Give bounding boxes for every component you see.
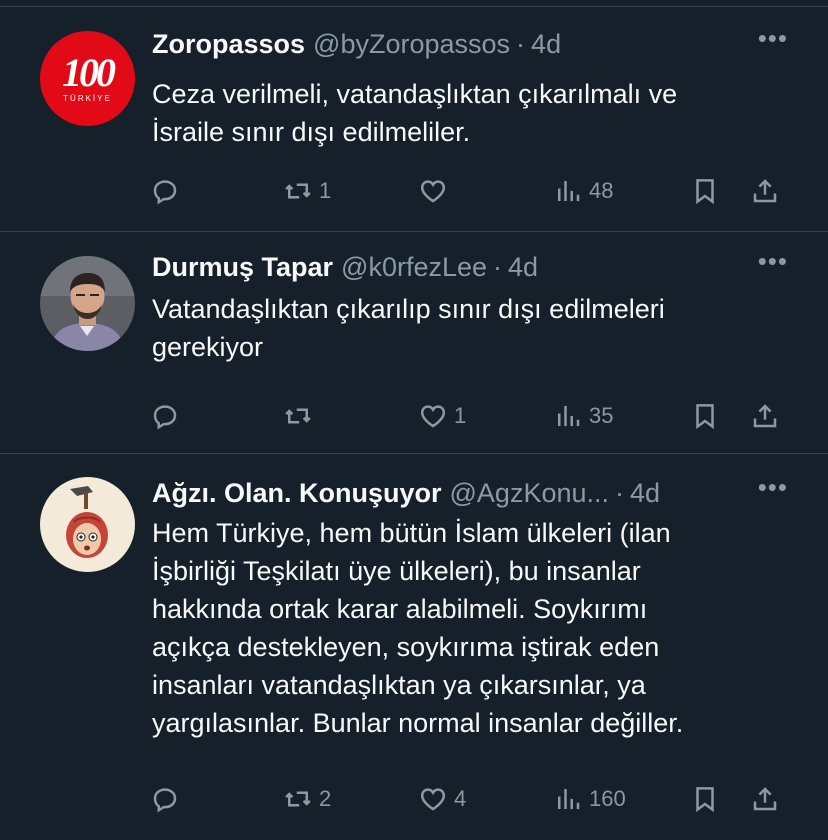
user-handle[interactable]: @byZoropassos xyxy=(313,29,510,60)
more-icon[interactable]: ••• xyxy=(758,23,788,54)
share-button[interactable] xyxy=(750,396,780,436)
share-icon xyxy=(753,404,777,428)
views-button[interactable]: 160 xyxy=(553,779,626,819)
tweet-text-line: Hem Türkiye, hem bütün İslam ülkeleri (i… xyxy=(152,518,671,548)
avatar-cartoon xyxy=(40,477,135,572)
tweet-text-line: açıkça destekleyen, soykırıma iştirak ed… xyxy=(152,632,660,662)
tweet-text-line: gerekiyor xyxy=(152,332,264,362)
reply-icon xyxy=(153,405,177,430)
action-bar: 2 4 160 xyxy=(150,779,788,819)
view-count: 160 xyxy=(589,786,626,811)
reply-icon xyxy=(153,180,177,205)
avatar[interactable] xyxy=(40,477,135,572)
separator-dot: · xyxy=(516,28,526,59)
user-handle[interactable]: @k0rfezLee xyxy=(341,252,487,283)
retweet-icon xyxy=(285,183,311,199)
retweet-icon xyxy=(285,408,311,424)
views-icon xyxy=(558,789,580,809)
tweet-text-line: hakkında ortak karar alabilmeli. Soykırı… xyxy=(152,594,648,624)
bookmark-icon xyxy=(696,179,714,205)
bookmark-icon xyxy=(696,787,714,813)
retweet-icon xyxy=(285,791,311,807)
bookmark-button[interactable] xyxy=(690,171,720,211)
avatar[interactable]: 100 TÜRKİYE xyxy=(40,31,135,126)
tweet-text-line: İşbirliği Teşkilatı üye ülkeleri), bu in… xyxy=(152,556,641,586)
share-button[interactable] xyxy=(750,779,780,819)
tweet[interactable]: Ağzı. Olan. Konuşuyor @AgzKonu... · 4d •… xyxy=(0,454,828,840)
share-button[interactable] xyxy=(750,171,780,211)
tweet-text: Hem Türkiye, hem bütün İslam ülkeleri (i… xyxy=(152,514,798,742)
bookmark-button[interactable] xyxy=(690,779,720,819)
share-icon xyxy=(753,179,777,203)
tweet[interactable]: 100 TÜRKİYE Zoropassos @byZoropassos · 4… xyxy=(0,7,828,232)
timestamp[interactable]: 4d xyxy=(508,252,538,283)
timestamp[interactable]: 4d xyxy=(531,29,561,60)
like-button[interactable] xyxy=(418,171,454,211)
separator-dot: · xyxy=(615,477,625,508)
avatar-logo-caption: TÜRKİYE xyxy=(63,94,112,103)
share-icon xyxy=(753,787,777,811)
reply-button[interactable] xyxy=(150,779,186,819)
more-icon[interactable]: ••• xyxy=(758,472,788,503)
avatar[interactable] xyxy=(40,256,135,351)
retweet-button[interactable]: 2 xyxy=(283,779,331,819)
display-name[interactable]: Ağzı. Olan. Konuşuyor xyxy=(152,478,442,509)
retweet-button[interactable]: 1 xyxy=(283,171,331,211)
tweet-text-line: Vatandaşlıktan çıkarılıp sınır dışı edil… xyxy=(152,294,665,324)
like-button[interactable]: 1 xyxy=(418,396,466,436)
avatar-logo-number: 100 xyxy=(62,50,116,95)
tweet-text: Vatandaşlıktan çıkarılıp sınır dışı edil… xyxy=(152,290,798,366)
tweet-text-line: insanları vatandaşlıktan ya çıkarsınlar,… xyxy=(152,670,646,700)
reply-button[interactable] xyxy=(150,171,186,211)
reply-button[interactable] xyxy=(150,396,186,436)
tweet-header: Ağzı. Olan. Konuşuyor @AgzKonu... · 4d •… xyxy=(152,472,788,510)
like-count: 1 xyxy=(454,403,467,428)
more-icon[interactable]: ••• xyxy=(758,246,788,277)
like-icon xyxy=(420,788,446,811)
tweet-text-line: Ceza verilmeli, vatandaşlıktan çıkarılma… xyxy=(152,79,678,109)
user-handle[interactable]: @AgzKonu... xyxy=(450,478,610,509)
timestamp[interactable]: 4d xyxy=(630,478,660,509)
views-icon xyxy=(558,406,580,426)
display-name[interactable]: Durmuş Tapar xyxy=(152,252,333,283)
retweet-count: 1 xyxy=(319,178,332,203)
tweet-text-line: İsraile sınır dışı edilmeliler. xyxy=(152,117,471,147)
like-count: 4 xyxy=(454,786,467,811)
separator-dot: · xyxy=(493,251,503,282)
bookmark-button[interactable] xyxy=(690,396,720,436)
tweet-header: Zoropassos @byZoropassos · 4d ••• xyxy=(152,23,788,61)
views-button[interactable]: 48 xyxy=(553,171,613,211)
action-bar: 1 35 xyxy=(150,396,788,436)
retweet-count: 2 xyxy=(319,786,332,811)
bookmark-icon xyxy=(696,404,714,430)
views-icon xyxy=(558,181,580,201)
action-bar: 1 48 xyxy=(150,171,788,211)
view-count: 48 xyxy=(589,178,614,203)
tweet[interactable]: Durmuş Tapar @k0rfezLee · 4d ••• Vatanda… xyxy=(0,232,828,454)
avatar-logo: 100 TÜRKİYE xyxy=(40,31,135,126)
avatar-photo xyxy=(40,256,135,351)
retweet-button[interactable] xyxy=(283,396,319,436)
reply-icon xyxy=(153,788,177,813)
like-icon xyxy=(420,405,446,428)
display-name[interactable]: Zoropassos xyxy=(152,29,305,60)
like-button[interactable]: 4 xyxy=(418,779,466,819)
views-button[interactable]: 35 xyxy=(553,396,613,436)
like-icon xyxy=(420,180,446,203)
top-divider xyxy=(0,0,828,7)
tweet-text: Ceza verilmeli, vatandaşlıktan çıkarılma… xyxy=(152,75,798,151)
tweet-text-line: yargılasınlar. Bunlar normal insanlar de… xyxy=(152,708,684,738)
view-count: 35 xyxy=(589,403,614,428)
tweet-header: Durmuş Tapar @k0rfezLee · 4d ••• xyxy=(152,246,788,284)
